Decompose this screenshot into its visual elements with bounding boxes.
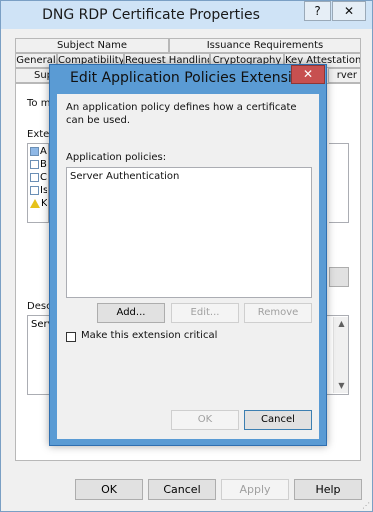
tab-subject-name[interactable]: Subject Name	[15, 38, 169, 53]
dialog-titlebar: Edit Application Policies Extension ✕	[50, 65, 326, 93]
scroll-down-icon[interactable]: ▼	[334, 379, 349, 393]
critical-checkbox-label[interactable]: Make this extension critical	[81, 330, 217, 341]
help-titlebar-button[interactable]: ?	[304, 1, 331, 21]
help-button[interactable]: Help	[294, 479, 362, 500]
extension-icon	[30, 185, 39, 195]
cancel-button[interactable]: Cancel	[148, 479, 216, 500]
critical-checkbox[interactable]	[66, 332, 76, 342]
edit-extension-button[interactable]	[329, 267, 349, 287]
list-item[interactable]: Server Authentication	[70, 171, 179, 182]
description-label: Desc	[27, 301, 52, 312]
dialog-description: An application policy defines how a cert…	[66, 102, 297, 126]
dialog-body: An application policy defines how a cert…	[57, 94, 319, 439]
tab-issuance-requirements[interactable]: Issuance Requirements	[169, 38, 361, 53]
window-title: DNG RDP Certificate Properties	[42, 7, 260, 23]
list-item[interactable]: B	[30, 159, 47, 171]
list-item[interactable]: C	[30, 172, 47, 184]
window-titlebar: DNG RDP Certificate Properties ? ✕	[1, 1, 372, 29]
apply-button[interactable]: Apply	[221, 479, 289, 500]
extensions-list-edge	[329, 143, 349, 223]
list-item[interactable]: K	[30, 198, 47, 210]
extension-icon	[30, 172, 39, 182]
dialog-title: Edit Application Policies Extension	[70, 70, 310, 86]
policies-label: Application policies:	[66, 152, 167, 163]
list-item[interactable]: A	[30, 146, 47, 158]
close-window-button[interactable]: ✕	[332, 1, 366, 21]
dialog-close-button[interactable]: ✕	[291, 65, 325, 84]
application-policies-list[interactable]: Server Authentication	[66, 167, 312, 298]
extension-icon	[30, 159, 39, 169]
dialog-cancel-button[interactable]: Cancel	[244, 410, 312, 430]
ok-button[interactable]: OK	[75, 479, 143, 500]
dialog-ok-button[interactable]: OK	[171, 410, 239, 430]
scroll-up-icon[interactable]: ▲	[334, 317, 349, 331]
remove-policy-button[interactable]: Remove	[244, 303, 312, 323]
tab-server[interactable]: rver	[328, 68, 361, 83]
extension-icon	[30, 146, 39, 156]
list-item[interactable]: Is	[30, 185, 47, 197]
extensions-list[interactable]: A B C Is K	[27, 143, 49, 223]
edit-policy-button[interactable]: Edit...	[171, 303, 239, 323]
edit-application-policies-dialog: Edit Application Policies Extension ✕ An…	[49, 64, 327, 446]
description-scrollbar[interactable]: ▲ ▼	[333, 317, 348, 393]
resize-grip-icon[interactable]: ⋰	[362, 501, 372, 511]
add-policy-button[interactable]: Add...	[97, 303, 165, 323]
intro-text: To m	[27, 98, 51, 109]
warning-icon	[30, 198, 40, 208]
